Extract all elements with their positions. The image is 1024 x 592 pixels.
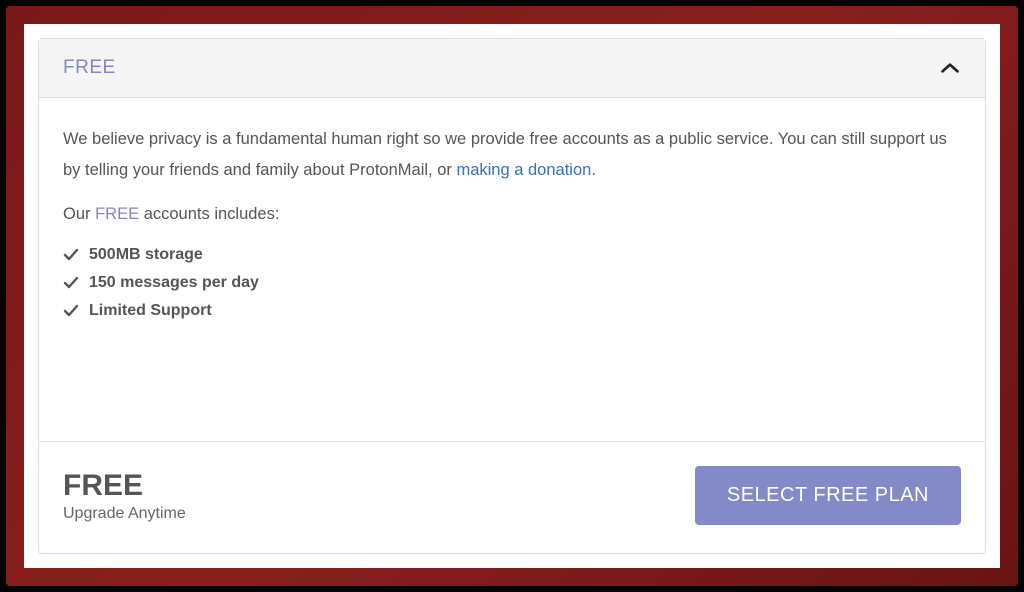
panel-header[interactable]: FREE xyxy=(39,39,985,98)
feature-label: 150 messages per day xyxy=(89,274,259,292)
panel-footer: FREE Upgrade Anytime SELECT FREE PLAN xyxy=(39,441,985,553)
feature-item: Limited Support xyxy=(63,302,961,320)
panel-title: FREE xyxy=(63,57,116,79)
upgrade-text: Upgrade Anytime xyxy=(63,505,186,523)
feature-item: 150 messages per day xyxy=(63,274,961,292)
includes-line: Our FREE accounts includes: xyxy=(63,205,961,224)
check-icon xyxy=(63,247,79,263)
feature-label: Limited Support xyxy=(89,302,212,320)
outer-frame: FREE We believe privacy is a fundamental… xyxy=(6,6,1018,586)
chevron-up-icon xyxy=(939,57,961,79)
intro-suffix: . xyxy=(591,161,596,179)
feature-list: 500MB storage 150 messages per day Limit… xyxy=(63,246,961,320)
check-icon xyxy=(63,303,79,319)
inner-container: FREE We believe privacy is a fundamental… xyxy=(24,24,1000,568)
plan-panel: FREE We believe privacy is a fundamental… xyxy=(38,38,986,554)
panel-body: We believe privacy is a fundamental huma… xyxy=(39,98,985,441)
intro-text: We believe privacy is a fundamental huma… xyxy=(63,124,961,187)
select-plan-button[interactable]: SELECT FREE PLAN xyxy=(695,466,961,525)
includes-prefix: Our xyxy=(63,205,95,223)
footer-left: FREE Upgrade Anytime xyxy=(63,469,186,523)
includes-suffix: accounts includes: xyxy=(139,205,279,223)
feature-item: 500MB storage xyxy=(63,246,961,264)
feature-label: 500MB storage xyxy=(89,246,203,264)
check-icon xyxy=(63,275,79,291)
includes-free-word: FREE xyxy=(95,205,139,223)
donation-link[interactable]: making a donation xyxy=(456,161,591,179)
plan-name: FREE xyxy=(63,469,186,503)
